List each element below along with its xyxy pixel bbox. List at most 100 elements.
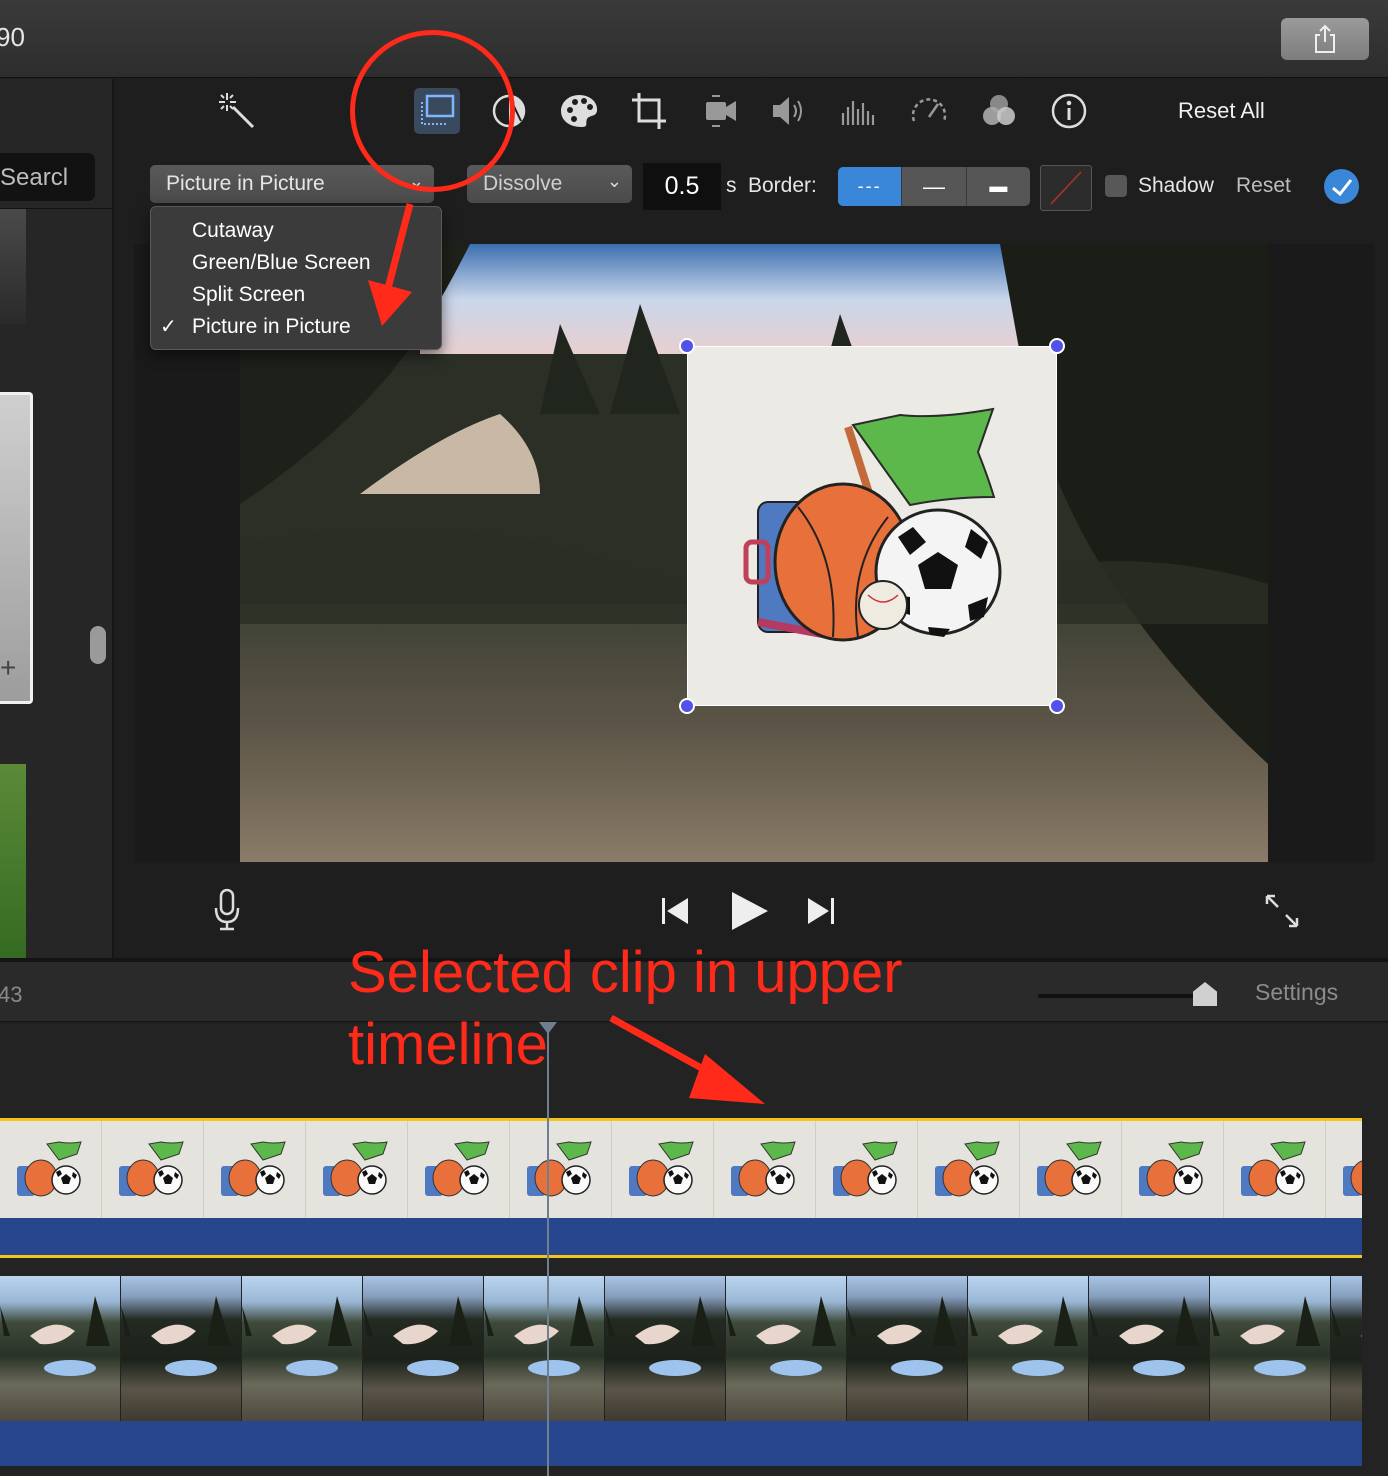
resize-handle[interactable]: [1049, 698, 1065, 714]
checkmark-icon: [1331, 178, 1352, 196]
overlay-clip-selected[interactable]: [0, 1118, 1362, 1258]
media-thumbnail[interactable]: [0, 209, 26, 324]
sports-gear-thumbnail: [832, 1140, 898, 1196]
duration-unit: s: [726, 174, 737, 197]
color-palette-icon[interactable]: [556, 88, 602, 134]
magic-wand-icon[interactable]: [214, 88, 260, 134]
landscape-thumbnail: [363, 1296, 473, 1376]
clip-frame: [726, 1276, 847, 1421]
sports-gear-thumbnail: [1240, 1140, 1306, 1196]
clip-frame: [1331, 1276, 1362, 1421]
settings-button[interactable]: Settings: [1255, 979, 1338, 1006]
zoom-slider-track[interactable]: [1038, 994, 1210, 998]
share-button[interactable]: [1281, 18, 1369, 60]
clip-frame: [1122, 1121, 1224, 1218]
clip-frame: [204, 1121, 306, 1218]
noise-reduction-icon[interactable]: [836, 88, 882, 134]
border-style-segmented-control[interactable]: --- — ▬: [838, 167, 1030, 206]
media-thumbnail[interactable]: [0, 764, 26, 958]
landscape-thumbnail: [0, 1296, 110, 1376]
clip-frame: [968, 1276, 1089, 1421]
title-bar: [0, 0, 1388, 78]
skip-forward-icon[interactable]: [808, 898, 834, 924]
clip-frame: [847, 1276, 968, 1421]
sports-gear-illustration: [743, 407, 1002, 642]
resize-handle[interactable]: [1049, 338, 1065, 354]
sidebar-scrollbar[interactable]: [90, 626, 106, 664]
checkmark-icon: ✓: [160, 316, 177, 338]
add-plus-icon[interactable]: +: [0, 652, 16, 684]
menu-item-label: Split Screen: [192, 283, 306, 306]
sports-gear-thumbnail: [118, 1140, 184, 1196]
clip-frame: [612, 1121, 714, 1218]
border-dashed-option[interactable]: ---: [838, 167, 902, 206]
clip-audio-bar: [0, 1218, 1362, 1255]
landscape-thumbnail: [847, 1296, 957, 1376]
landscape-thumbnail: [968, 1296, 1078, 1376]
border-color-well[interactable]: [1040, 165, 1092, 211]
clip-filter-icon[interactable]: [976, 88, 1022, 134]
menu-item-label: Green/Blue Screen: [192, 251, 371, 274]
playhead[interactable]: [547, 1030, 549, 1476]
duration-field[interactable]: 0.5: [643, 163, 721, 210]
landscape-thumbnail: [242, 1296, 352, 1376]
border-label: Border:: [748, 174, 817, 197]
clip-frame: [408, 1121, 510, 1218]
clip-frame: [102, 1121, 204, 1218]
fullscreen-icon[interactable]: [1264, 893, 1300, 934]
clip-frame: [306, 1121, 408, 1218]
sports-gear-thumbnail: [628, 1140, 694, 1196]
clip-info-icon[interactable]: [1046, 88, 1092, 134]
menu-item-label: Cutaway: [192, 219, 274, 242]
apply-button[interactable]: [1324, 169, 1359, 204]
border-thin-option[interactable]: —: [901, 167, 966, 206]
volume-icon[interactable]: [766, 88, 812, 134]
shadow-checkbox[interactable]: [1105, 175, 1127, 197]
clip-frame: [1210, 1276, 1331, 1421]
reset-all-button[interactable]: Reset All: [1178, 98, 1265, 124]
clip-frame: [816, 1121, 918, 1218]
clip-frame: [714, 1121, 816, 1218]
transition-dropdown[interactable]: Dissolve ⌄: [467, 165, 632, 203]
border-thick-label: ▬: [989, 176, 1008, 196]
annotation-arrow-menu: [368, 203, 414, 326]
clip-audio-bar: [0, 1421, 1362, 1466]
border-thick-option[interactable]: ▬: [965, 167, 1030, 206]
resize-handle[interactable]: [679, 338, 695, 354]
picture-in-picture-overlay[interactable]: [687, 346, 1057, 706]
timecode-display: 43: [0, 982, 23, 1007]
shadow-label: Shadow: [1138, 174, 1214, 197]
no-color-slash-icon: [1050, 171, 1082, 205]
clip-frame: [510, 1121, 612, 1218]
microphone-icon[interactable]: [212, 888, 242, 937]
speed-icon[interactable]: [906, 88, 952, 134]
play-icon[interactable]: [732, 892, 768, 930]
skip-back-icon[interactable]: [662, 898, 688, 924]
reset-button[interactable]: Reset: [1236, 174, 1291, 198]
chevron-down-icon: ⌄: [606, 171, 622, 191]
clip-frame: [918, 1121, 1020, 1218]
annotation-circle: [350, 30, 515, 192]
background-clip[interactable]: [0, 1276, 1362, 1466]
playback-controls: [656, 888, 840, 934]
window-title: 90: [0, 22, 25, 52]
landscape-thumbnail: [121, 1296, 231, 1376]
landscape-thumbnail: [726, 1296, 836, 1376]
clip-frame: [121, 1276, 242, 1421]
overlay-mode-value: Picture in Picture: [166, 172, 325, 195]
clip-frame: [0, 1121, 102, 1218]
crop-icon[interactable]: [626, 88, 672, 134]
clip-frame: [1020, 1121, 1122, 1218]
clip-filmstrip: [0, 1276, 1362, 1421]
landscape-thumbnail: [605, 1296, 715, 1376]
stabilization-icon[interactable]: [697, 88, 743, 134]
clip-frame: [242, 1276, 363, 1421]
transition-value: Dissolve: [483, 172, 563, 195]
sports-gear-thumbnail: [1138, 1140, 1204, 1196]
border-dashed-label: ---: [857, 176, 882, 196]
search-input[interactable]: Searcl: [0, 153, 95, 201]
clip-frame: [0, 1276, 121, 1421]
border-thin-label: —: [922, 173, 945, 199]
resize-handle[interactable]: [679, 698, 695, 714]
clip-frame: [1089, 1276, 1210, 1421]
